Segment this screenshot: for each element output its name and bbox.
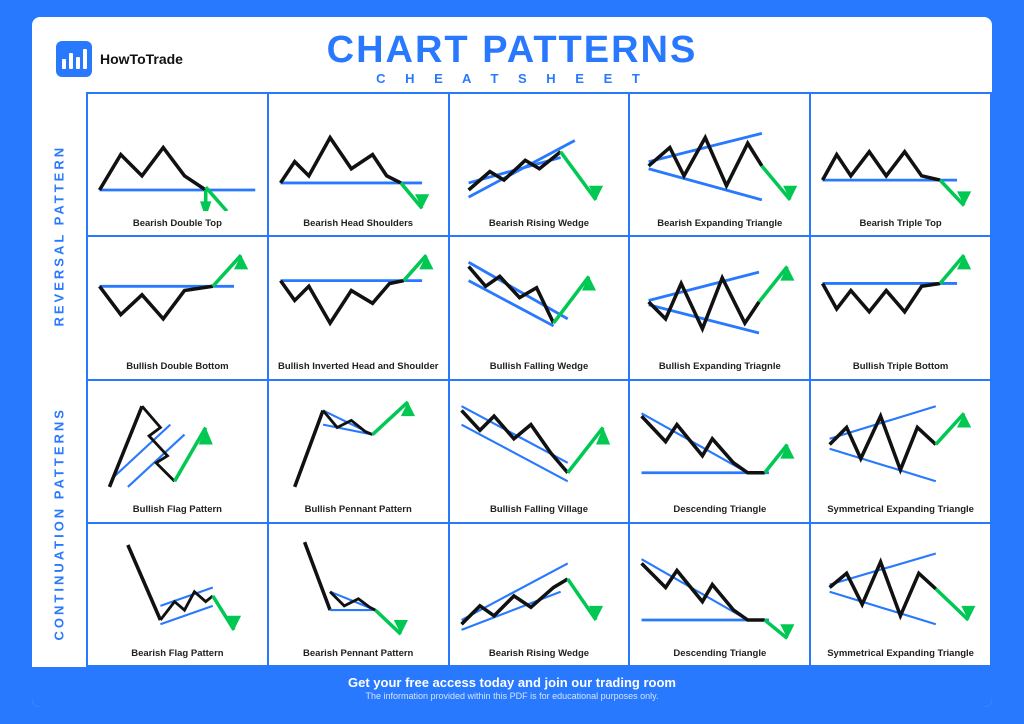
descending-triangle-r3-chart bbox=[634, 385, 805, 498]
cell-label: Bearish Triple Top bbox=[860, 218, 942, 229]
cell-bearish-pennant: Bearish Pennant Pattern bbox=[269, 524, 450, 667]
cell-label: Bearish Pennant Pattern bbox=[303, 648, 413, 659]
cell-bearish-rising-wedge: Bearish Rising Wedge bbox=[450, 94, 631, 237]
cell-bearish-triple-top: Bearish Triple Top bbox=[811, 94, 992, 237]
logo-bar-4 bbox=[83, 49, 87, 69]
bullish-inv-head-shoulders-chart bbox=[273, 241, 444, 354]
cell-bullish-falling-wedge: Bullish Falling Wedge bbox=[450, 237, 631, 380]
cell-label: Bearish Double Top bbox=[133, 218, 222, 229]
footer: Get your free access today and join our … bbox=[32, 667, 992, 707]
bearish-rising-wedge2-chart bbox=[454, 528, 625, 641]
bullish-double-bottom-chart bbox=[92, 241, 263, 354]
side-labels: REVERSAL PATTERN CONTINUATION PATTERNS bbox=[32, 92, 86, 667]
cell-label: Bullish Triple Bottom bbox=[853, 361, 949, 372]
cell-bullish-flag: Bullish Flag Pattern bbox=[88, 381, 269, 524]
sub-title: C H E A T S H E E T bbox=[236, 71, 788, 86]
bullish-falling-wedge-chart bbox=[454, 241, 625, 354]
reversal-label: REVERSAL PATTERN bbox=[32, 92, 86, 380]
logo-bar-1 bbox=[62, 59, 66, 69]
cell-sym-expanding-r3: Symmetrical Expanding Triangle bbox=[811, 381, 992, 524]
cell-label: Bearish Flag Pattern bbox=[131, 648, 223, 659]
cell-label: Bearish Rising Wedge bbox=[489, 218, 589, 229]
logo-bar-2 bbox=[69, 53, 73, 69]
bearish-rising-wedge-chart bbox=[454, 98, 625, 211]
bullish-flag-chart bbox=[92, 385, 263, 498]
cell-bullish-expanding-triangle: Bullish Expanding Triagnle bbox=[630, 237, 811, 380]
sym-expanding-r3-chart bbox=[815, 385, 986, 498]
cell-label: Bearish Rising Wedge bbox=[489, 648, 589, 659]
cell-descending-triangle-r3: Descending Triangle bbox=[630, 381, 811, 524]
descending-triangle-r4-chart bbox=[634, 528, 805, 641]
main-title: CHART PATTERNS bbox=[236, 31, 788, 69]
cell-label: Bullish Falling Village bbox=[490, 504, 588, 515]
chart-grid: Bearish Double Top Bearish Head Shoulder… bbox=[86, 92, 992, 667]
cell-bearish-double-top: Bearish Double Top bbox=[88, 94, 269, 237]
title-area: CHART PATTERNS C H E A T S H E E T bbox=[236, 31, 788, 86]
continuation-label: CONTINUATION PATTERNS bbox=[32, 380, 86, 668]
bearish-double-top-chart bbox=[92, 98, 263, 211]
cell-bearish-expanding-triangle: Bearish Expanding Triangle bbox=[630, 94, 811, 237]
bearish-flag-chart bbox=[92, 528, 263, 641]
cell-sym-expanding-r4: Symmetrical Expanding Triangle bbox=[811, 524, 992, 667]
cell-label: Descending Triangle bbox=[673, 504, 766, 515]
bearish-expanding-triangle-chart bbox=[634, 98, 805, 211]
cell-bearish-head-shoulders: Bearish Head Shoulders bbox=[269, 94, 450, 237]
logo-icon bbox=[56, 41, 92, 77]
content-area: REVERSAL PATTERN CONTINUATION PATTERNS B… bbox=[32, 92, 992, 667]
bearish-triple-top-chart bbox=[815, 98, 986, 211]
logo-area: HowToTrade bbox=[56, 41, 236, 77]
sym-expanding-r4-chart bbox=[815, 528, 986, 641]
cell-label: Descending Triangle bbox=[673, 648, 766, 659]
cell-label: Bullish Pennant Pattern bbox=[305, 504, 412, 515]
bearish-pennant-chart bbox=[273, 528, 444, 641]
cell-bullish-triple-bottom: Bullish Triple Bottom bbox=[811, 237, 992, 380]
bullish-expanding-triangle-chart bbox=[634, 241, 805, 354]
cell-label: Bullish Flag Pattern bbox=[133, 504, 222, 515]
cell-label: Bullish Inverted Head and Shoulder bbox=[278, 361, 438, 372]
bullish-pennant-chart bbox=[273, 385, 444, 498]
cell-bearish-flag: Bearish Flag Pattern bbox=[88, 524, 269, 667]
bearish-head-shoulders-chart bbox=[273, 98, 444, 211]
cell-bullish-double-bottom: Bullish Double Bottom bbox=[88, 237, 269, 380]
header: HowToTrade CHART PATTERNS C H E A T S H … bbox=[32, 17, 992, 92]
cell-label: Bullish Falling Wedge bbox=[490, 361, 589, 372]
cell-bearish-rising-wedge2: Bearish Rising Wedge bbox=[450, 524, 631, 667]
cell-label: Bullish Double Bottom bbox=[126, 361, 228, 372]
cell-bullish-pennant: Bullish Pennant Pattern bbox=[269, 381, 450, 524]
logo-text: HowToTrade bbox=[100, 51, 183, 67]
cell-label: Bullish Expanding Triagnle bbox=[659, 361, 781, 372]
cell-bullish-inv-head-shoulders: Bullish Inverted Head and Shoulder bbox=[269, 237, 450, 380]
cell-descending-triangle-r4: Descending Triangle bbox=[630, 524, 811, 667]
logo-bar-3 bbox=[76, 57, 80, 69]
cell-label: Bearish Expanding Triangle bbox=[657, 218, 782, 229]
bullish-falling-village-chart bbox=[454, 385, 625, 498]
footer-sub-text: The information provided within this PDF… bbox=[32, 691, 992, 701]
cell-label: Symmetrical Expanding Triangle bbox=[827, 504, 974, 515]
bullish-triple-bottom-chart bbox=[815, 241, 986, 354]
footer-main-text: Get your free access today and join our … bbox=[32, 675, 992, 690]
cell-bullish-falling-village: Bullish Falling Village bbox=[450, 381, 631, 524]
cell-label: Bearish Head Shoulders bbox=[303, 218, 413, 229]
main-card: HowToTrade CHART PATTERNS C H E A T S H … bbox=[32, 17, 992, 707]
cell-label: Symmetrical Expanding Triangle bbox=[827, 648, 974, 659]
logo-bars bbox=[62, 49, 87, 69]
